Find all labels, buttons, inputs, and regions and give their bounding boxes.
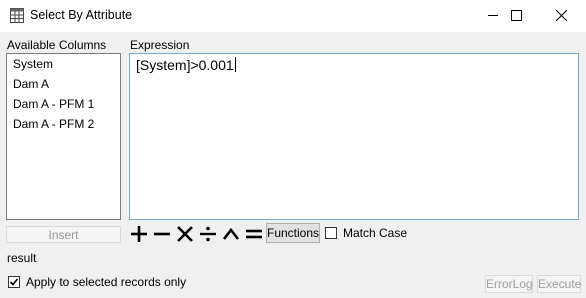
- checkmark-icon: [9, 278, 19, 286]
- maximize-icon: [511, 10, 522, 21]
- text-caret: [234, 57, 236, 72]
- plus-icon: [131, 226, 147, 242]
- title-bar: Select By Attribute: [0, 0, 586, 32]
- multiply-icon: [177, 226, 193, 242]
- window-title: Select By Attribute: [30, 8, 133, 22]
- expression-text: [System]>0.001: [136, 57, 234, 73]
- power-button[interactable]: [221, 224, 241, 244]
- execute-button[interactable]: Execute: [537, 275, 581, 293]
- match-case-checkbox[interactable]: [325, 227, 337, 239]
- close-button[interactable]: [539, 0, 584, 32]
- multiply-button[interactable]: [175, 224, 195, 244]
- functions-button[interactable]: Functions: [266, 223, 320, 243]
- divide-button[interactable]: [198, 224, 218, 244]
- result-label: result: [7, 251, 37, 265]
- apply-selected-label: Apply to selected records only: [26, 275, 187, 289]
- plus-button[interactable]: [129, 224, 149, 244]
- match-case-label: Match Case: [343, 226, 408, 240]
- caret-up-icon: [222, 227, 240, 240]
- equals-button[interactable]: [244, 224, 264, 244]
- close-icon: [556, 10, 567, 21]
- list-item[interactable]: Dam A - PFM 1: [7, 94, 120, 114]
- table-app-icon: [10, 8, 24, 23]
- minus-icon: [154, 232, 170, 236]
- list-item[interactable]: System: [7, 54, 120, 74]
- expression-label: Expression: [130, 38, 190, 52]
- minus-button[interactable]: [152, 224, 172, 244]
- list-item[interactable]: Dam A - PFM 2: [7, 114, 120, 134]
- available-columns-label: Available Columns: [7, 38, 107, 52]
- equals-icon: [246, 229, 262, 239]
- available-columns-list[interactable]: System Dam A Dam A - PFM 1 Dam A - PFM 2: [6, 53, 121, 220]
- expression-input[interactable]: [System]>0.001: [129, 53, 579, 220]
- divide-icon: [200, 226, 216, 242]
- insert-button[interactable]: Insert: [6, 226, 121, 243]
- errorlog-button[interactable]: ErrorLog: [485, 275, 533, 293]
- apply-selected-checkbox[interactable]: [8, 276, 20, 288]
- list-item[interactable]: Dam A: [7, 74, 120, 94]
- maximize-button[interactable]: [494, 0, 539, 32]
